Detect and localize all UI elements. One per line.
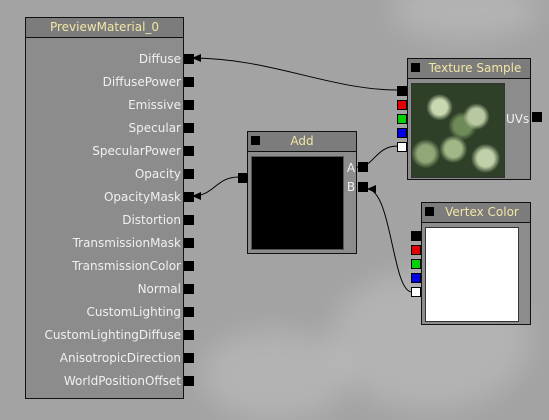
collapse-toggle[interactable] (425, 207, 434, 216)
material-node-title: PreviewMaterial_0 (49, 20, 160, 34)
material-input-label: CustomLighting (86, 305, 181, 319)
texture-sample-node[interactable]: Texture Sample UVs (407, 58, 531, 180)
uvs-label: UVs (506, 112, 530, 126)
wire-vertex-to-add-b (366, 188, 413, 293)
texture-preview (411, 83, 505, 178)
material-node[interactable]: PreviewMaterial_0 Diffuse DiffusePower Emi… (25, 17, 194, 399)
material-node-header[interactable]: PreviewMaterial_0 (26, 18, 183, 38)
texture-output-pin[interactable] (397, 86, 407, 96)
vertex-color-preview (425, 227, 519, 322)
add-input-a-label: A (346, 161, 356, 175)
material-input-pin[interactable] (184, 169, 194, 179)
texture-output-pin[interactable] (397, 114, 407, 124)
material-input-label: Distortion (122, 213, 181, 227)
vertex-color-output-pin[interactable] (411, 231, 421, 241)
material-input-label: SpecularPower (92, 144, 181, 158)
add-input-b-label: B (346, 180, 356, 194)
material-input-label: TransmissionMask (72, 236, 181, 250)
texture-sample-header[interactable]: Texture Sample (408, 59, 530, 79)
material-input-pin[interactable] (184, 353, 194, 363)
add-output-pin[interactable] (238, 173, 248, 183)
vertex-color-output-pin[interactable] (411, 273, 421, 283)
material-input-pin[interactable] (184, 77, 194, 87)
vertex-color-output-pin[interactable] (411, 287, 421, 297)
material-input-pin[interactable] (184, 123, 194, 133)
texture-sample-title: Texture Sample (428, 61, 522, 75)
collapse-toggle[interactable] (411, 63, 420, 72)
material-input-label: Emissive (128, 98, 181, 112)
vertex-color-header[interactable]: Vertex Color (422, 203, 530, 223)
material-input-pin[interactable] (184, 192, 194, 202)
texture-output-pin[interactable] (397, 128, 407, 138)
add-node-preview (251, 156, 344, 250)
add-node[interactable]: Add A B (247, 131, 357, 254)
material-input-pin[interactable] (184, 238, 194, 248)
add-node-title: Add (290, 134, 314, 148)
material-input-pin[interactable] (184, 330, 194, 340)
material-input-label: AnisotropicDirection (59, 351, 181, 365)
material-input-label: OpacityMask (103, 190, 181, 204)
add-input-a-pin[interactable] (358, 162, 368, 172)
uvs-input-pin[interactable] (532, 112, 542, 122)
material-input-label: TransmissionColor (72, 259, 181, 273)
material-input-pin[interactable] (184, 376, 194, 386)
material-input-label: DiffusePower (102, 75, 181, 89)
add-node-header[interactable]: Add (248, 132, 356, 152)
add-input-b-pin[interactable] (358, 182, 368, 192)
material-input-pin[interactable] (184, 100, 194, 110)
material-input-pin[interactable] (184, 54, 194, 64)
material-input-label: WorldPositionOffset (63, 374, 181, 388)
material-input-label: Opacity (134, 167, 181, 181)
material-input-label: CustomLightingDiffuse (44, 328, 181, 342)
vertex-color-node[interactable]: Vertex Color (421, 202, 531, 325)
texture-output-pin[interactable] (397, 100, 407, 110)
vertex-color-title: Vertex Color (445, 205, 519, 219)
material-input-pin[interactable] (184, 307, 194, 317)
material-input-pin[interactable] (184, 146, 194, 156)
material-input-pin[interactable] (184, 215, 194, 225)
wire-arrow (367, 185, 376, 193)
texture-output-pin[interactable] (397, 142, 407, 152)
material-input-pin[interactable] (184, 261, 194, 271)
material-input-label: Diffuse (138, 52, 181, 66)
material-input-label: Normal (137, 282, 181, 296)
vertex-color-output-pin[interactable] (411, 245, 421, 255)
material-input-pin[interactable] (184, 284, 194, 294)
vertex-color-output-pin[interactable] (411, 259, 421, 269)
wire-texture-to-diffuse (191, 57, 399, 91)
material-input-label: Specular (128, 121, 181, 135)
